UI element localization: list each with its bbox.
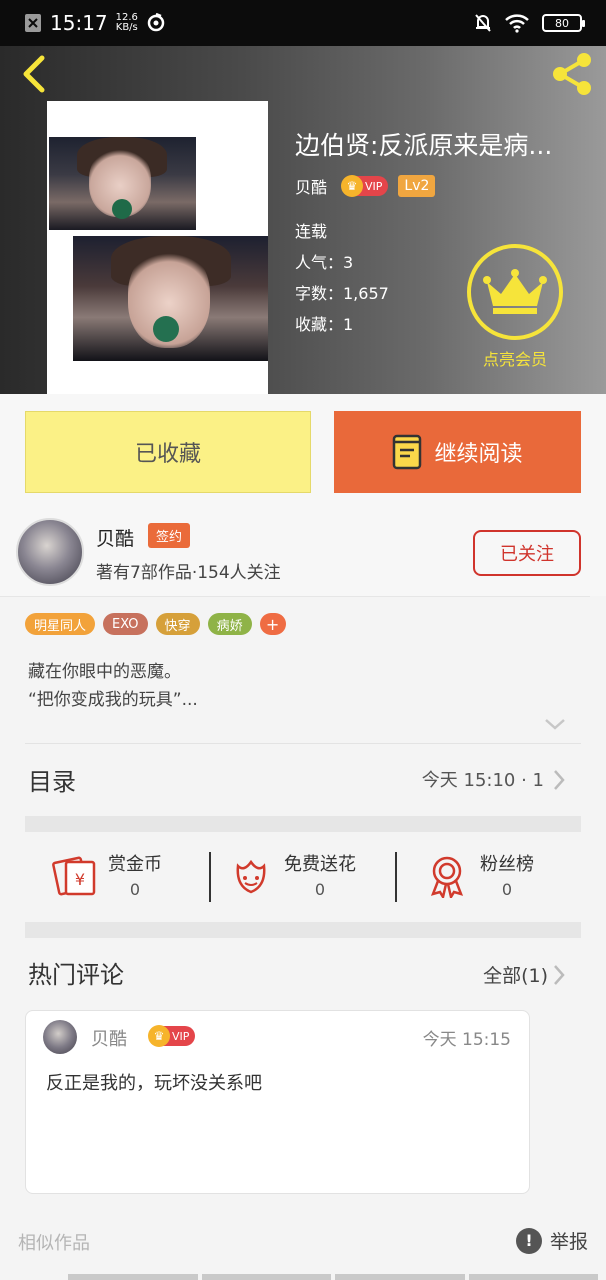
- synopsis[interactable]: 藏在你眼中的恶魔。 “把你变成我的玩具”...: [28, 658, 198, 714]
- section-separator: [25, 816, 581, 832]
- vip-badge: ♛ VIP: [341, 175, 389, 197]
- battery-indicator: 80: [542, 14, 585, 32]
- back-arrow-icon[interactable]: [14, 52, 54, 96]
- reward-label: 粉丝榜: [480, 854, 534, 875]
- similar-works-label: 相似作品: [18, 1233, 90, 1254]
- book-word-count: 字数：1,657: [295, 284, 389, 303]
- reward-label: 赏金币: [108, 854, 162, 875]
- follow-button[interactable]: 已关注: [473, 530, 581, 576]
- sync-icon: [147, 13, 165, 32]
- book-author[interactable]: 贝酷: [295, 174, 327, 198]
- book-title: 边伯贤:反派原来是病...: [295, 131, 553, 160]
- table-of-contents-row[interactable]: 目录 今天 15:10 · 1: [28, 760, 578, 802]
- book-cover[interactable]: [47, 101, 268, 394]
- flower-icon: [236, 859, 266, 893]
- level-badge: Lv2: [398, 175, 436, 197]
- vip-badge: ♛ VIP: [148, 1025, 196, 1047]
- coin-envelope-icon: ¥: [52, 856, 96, 895]
- tag-list: 明星同人 EXO 快穿 病娇 +: [25, 613, 286, 635]
- tag-chip[interactable]: 快穿: [155, 613, 200, 635]
- toc-latest-update: 今天 15:10 · 1: [421, 770, 544, 791]
- comment-user[interactable]: 贝酷: [91, 1025, 127, 1051]
- tag-chip[interactable]: 病娇: [207, 613, 252, 635]
- collected-button[interactable]: 已收藏: [25, 411, 311, 493]
- synopsis-line: 藏在你眼中的恶魔。: [28, 662, 181, 682]
- reward-count: 0: [501, 880, 513, 899]
- report-label: 举报: [549, 1231, 588, 1253]
- mute-bell-icon: [475, 14, 491, 32]
- book-author-row: 贝酷 ♛ VIP Lv2: [295, 174, 436, 198]
- add-tag-button[interactable]: +: [259, 613, 286, 635]
- divider: [209, 852, 211, 902]
- svg-text:¥: ¥: [75, 870, 85, 889]
- chevron-right-icon: [554, 770, 565, 790]
- footer: 相似作品 ! 举报: [0, 1215, 606, 1280]
- comment-time: 今天 15:15: [422, 1030, 511, 1050]
- cover-photo-top: [49, 137, 196, 230]
- report-button[interactable]: ! 举报: [515, 1227, 588, 1254]
- comment-text: 反正是我的，玩坏没关系吧: [46, 1073, 262, 1094]
- clock: 15:17: [50, 11, 108, 35]
- book-status: 连载: [295, 222, 328, 241]
- comments-title: 热门评论: [28, 961, 124, 989]
- book-popularity: 人气：3: [295, 253, 354, 272]
- share-icon[interactable]: [548, 50, 596, 98]
- signed-badge: 签约: [148, 523, 191, 548]
- divider: [0, 596, 590, 597]
- reward-count: 0: [314, 880, 326, 899]
- chevron-right-icon[interactable]: [552, 963, 566, 987]
- continue-reading-label: 继续阅读: [434, 442, 523, 467]
- comment-card[interactable]: 贝酷 ♛ VIP 今天 15:15 反正是我的，玩坏没关系吧: [25, 1010, 530, 1194]
- action-bar: 已收藏 继续阅读: [0, 394, 606, 510]
- tag-chip[interactable]: 明星同人: [25, 613, 96, 635]
- toc-label: 目录: [28, 768, 76, 796]
- book-favorites: 收藏：1: [295, 315, 354, 334]
- net-speed: 12.6 KB/s: [115, 12, 138, 33]
- fan-ranking-button[interactable]: 粉丝榜 0: [424, 850, 534, 899]
- synopsis-line: “把你变成我的玩具”...: [28, 690, 198, 710]
- notification-close-icon: [25, 14, 41, 32]
- chevron-down-icon[interactable]: [542, 715, 568, 733]
- status-bar: 15:17 12.6 KB/s 80: [0, 0, 606, 46]
- divider: [395, 852, 397, 902]
- book-icon: [393, 434, 422, 470]
- wifi-icon: [505, 14, 529, 33]
- member-crown-button[interactable]: [467, 244, 563, 340]
- crown-icon: [483, 269, 547, 314]
- author-section: 贝酷 签约 著有7部作品·154人关注 已关注: [0, 510, 606, 596]
- divider: [25, 743, 581, 744]
- reward-bar: ¥ 赏金币 0 免费送花 0 粉丝榜 0: [0, 832, 606, 922]
- cover-photo-bottom: [73, 236, 268, 361]
- crown-icon: ♛: [341, 175, 364, 197]
- book-header: 边伯贤:反派原来是病... 贝酷 ♛ VIP Lv2 连载 人气：3 字数：1,…: [0, 46, 606, 394]
- continue-reading-button[interactable]: 继续阅读: [334, 411, 581, 493]
- avatar[interactable]: [43, 1020, 77, 1054]
- section-separator: [25, 922, 581, 938]
- crown-icon: ♛: [148, 1025, 170, 1047]
- avatar[interactable]: [16, 518, 84, 586]
- author-name[interactable]: 贝酷: [96, 524, 134, 551]
- similar-works-strip: [68, 1274, 598, 1280]
- reward-count: 0: [129, 880, 141, 899]
- book-stats: 连载 人气：3 字数：1,657 收藏：1: [295, 216, 389, 340]
- warning-icon: !: [515, 1227, 542, 1254]
- send-flower-button[interactable]: 免费送花 0: [228, 850, 356, 899]
- author-stats: 著有7部作品·154人关注: [96, 563, 281, 583]
- member-label[interactable]: 点亮会员: [462, 346, 568, 370]
- reward-coins-button[interactable]: ¥ 赏金币 0: [52, 850, 162, 899]
- reward-label: 免费送花: [284, 854, 356, 875]
- tag-chip[interactable]: EXO: [103, 613, 148, 635]
- comments-header: 热门评论 全部(1): [28, 955, 578, 995]
- medal-icon: [430, 856, 464, 898]
- all-comments-link[interactable]: 全部(1): [483, 961, 548, 988]
